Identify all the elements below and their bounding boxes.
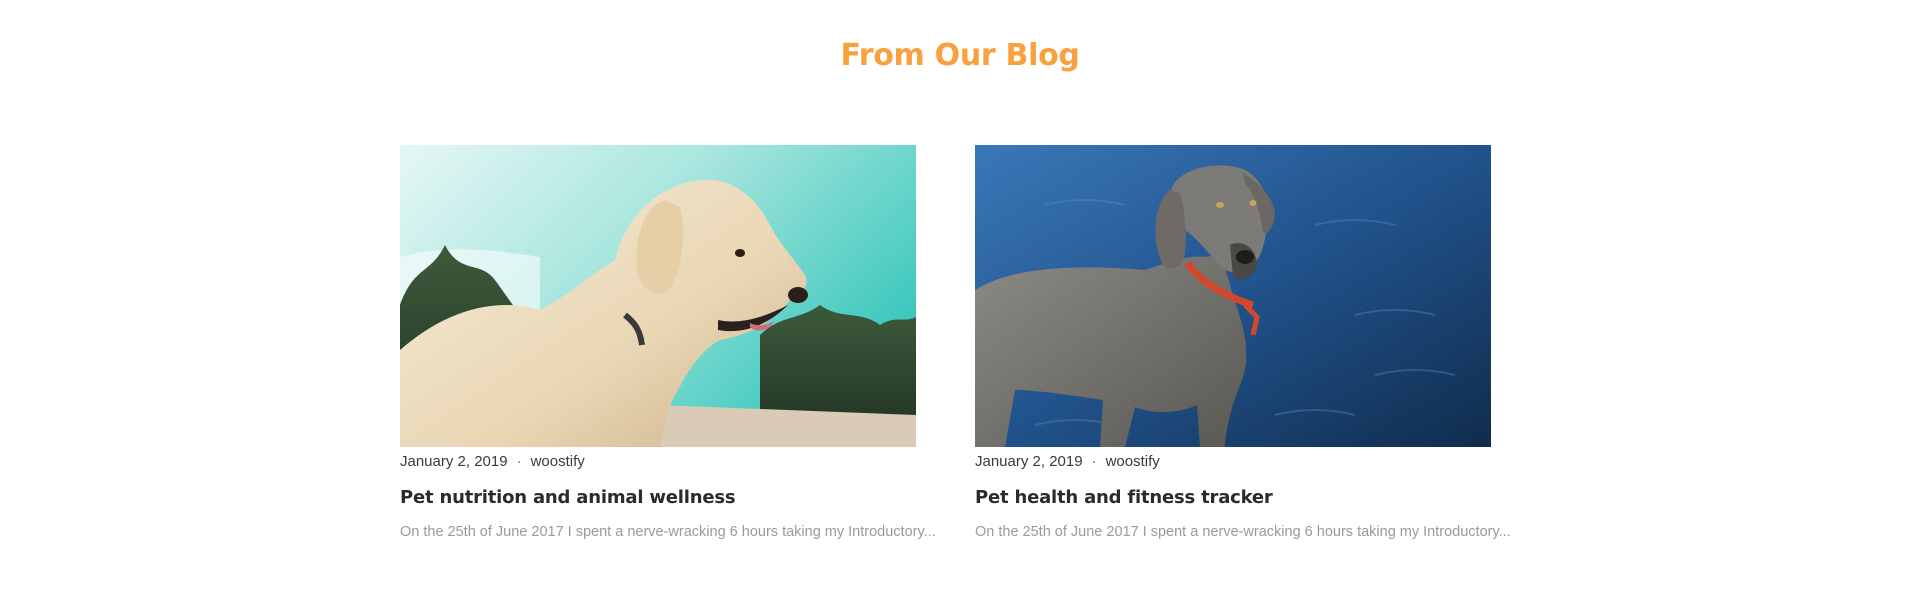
post-thumbnail-golden-retriever[interactable] bbox=[400, 145, 916, 447]
post-meta: January 2, 2019 · woostify bbox=[400, 451, 920, 473]
post-title-link[interactable]: Pet health and fitness tracker bbox=[975, 485, 1495, 511]
meta-separator: · bbox=[516, 453, 522, 470]
blog-card: January 2, 2019 · woostify Pet nutrition a… bbox=[400, 145, 936, 543]
post-author-link[interactable]: woostify bbox=[1106, 453, 1160, 470]
post-excerpt: On the 25th of June 2017 I spent a nerve… bbox=[400, 524, 936, 540]
blog-card: January 2, 2019 · woostify Pet health and … bbox=[975, 145, 1511, 543]
post-title-link[interactable]: Pet nutrition and animal wellness bbox=[400, 485, 920, 511]
post-date[interactable]: January 2, 2019 bbox=[975, 453, 1083, 470]
meta-separator: · bbox=[1091, 453, 1097, 470]
post-meta: January 2, 2019 · woostify bbox=[975, 451, 1495, 473]
post-date[interactable]: January 2, 2019 bbox=[400, 453, 508, 470]
post-excerpt: On the 25th of June 2017 I spent a nerve… bbox=[975, 524, 1511, 540]
post-author-link[interactable]: woostify bbox=[531, 453, 585, 470]
blog-section: From Our Blog January 2, 2019 · woostify… bbox=[0, 0, 1920, 593]
section-title: From Our Blog bbox=[840, 38, 1080, 73]
post-thumbnail-weimaraner[interactable] bbox=[975, 145, 1491, 447]
